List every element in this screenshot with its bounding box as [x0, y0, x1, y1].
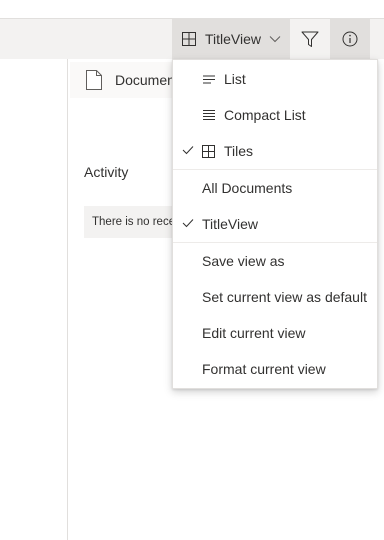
menu-item-label: Set current view as default: [202, 289, 367, 305]
checkmark-icon: [182, 218, 194, 228]
view-menu: List Compact List Tiles All Documents Ti…: [172, 59, 378, 389]
menu-item-label: Format current view: [202, 361, 326, 377]
menu-item-all-documents[interactable]: All Documents: [173, 170, 377, 206]
page: TitleView Documents Activity There is no…: [0, 0, 384, 540]
activity-heading: Activity: [84, 164, 129, 180]
compact-list-icon: [202, 109, 216, 121]
view-switcher-label: TitleView: [205, 31, 262, 47]
chevron-down-icon: [269, 35, 281, 43]
tiles-icon: [202, 145, 215, 158]
checkmark-icon: [182, 145, 194, 155]
menu-item-label: Tiles: [224, 143, 254, 159]
menu-item-titleview[interactable]: TitleView: [173, 206, 377, 242]
list-icon: [202, 73, 216, 85]
document-tile[interactable]: Documents: [70, 62, 186, 98]
menu-item-label: All Documents: [202, 180, 293, 196]
document-icon: [86, 70, 102, 90]
menu-item-edit-current-view[interactable]: Edit current view: [173, 315, 377, 351]
menu-item-label: Compact List: [224, 107, 306, 123]
menu-item-label: List: [224, 71, 246, 87]
filter-button[interactable]: [290, 19, 330, 59]
left-nav-divider: [67, 59, 68, 540]
menu-item-list[interactable]: List: [173, 61, 377, 97]
filter-icon: [301, 31, 319, 48]
activity-message: There is no recent activity: [92, 216, 174, 228]
menu-item-label: Edit current view: [202, 325, 306, 341]
menu-item-label: TitleView: [202, 216, 259, 232]
menu-item-tiles[interactable]: Tiles: [173, 133, 377, 169]
menu-item-save-view-as[interactable]: Save view as: [173, 243, 377, 279]
top-strip: [0, 0, 384, 19]
menu-item-format-current-view[interactable]: Format current view: [173, 351, 377, 387]
menu-item-compact-list[interactable]: Compact List: [173, 97, 377, 133]
command-bar: TitleView: [0, 19, 384, 59]
activity-message-box: There is no recent activity: [84, 206, 174, 238]
menu-item-set-default-view[interactable]: Set current view as default: [173, 279, 377, 315]
tiles-icon: [182, 32, 196, 46]
menu-item-label: Save view as: [202, 253, 285, 269]
info-pane-button[interactable]: [330, 19, 370, 59]
info-icon: [342, 31, 358, 47]
view-switcher-button[interactable]: TitleView: [172, 19, 290, 59]
